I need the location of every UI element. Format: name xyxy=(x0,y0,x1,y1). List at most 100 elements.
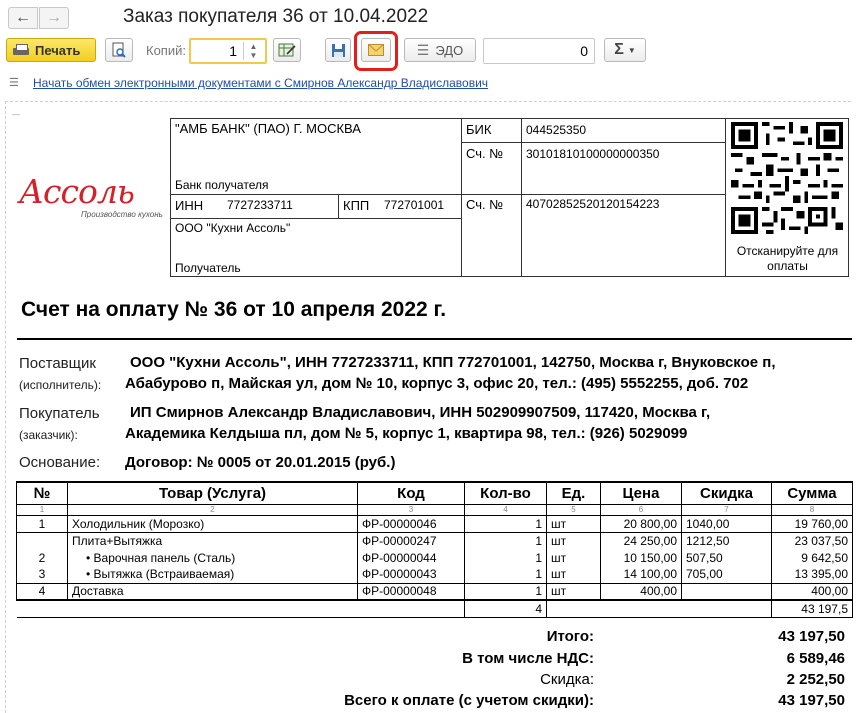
row-code: ФР-00000043 xyxy=(357,566,465,583)
edo-icon: ☰ xyxy=(416,41,430,58)
kpp-value: 772701001 xyxy=(384,198,445,212)
row-qty: 1 xyxy=(464,514,547,532)
basis-label: Основание: xyxy=(19,454,101,471)
buyer-line-1: ИП Смирнов Александр Владиславович, ИНН … xyxy=(130,404,711,421)
sum-field[interactable]: 0 xyxy=(483,38,595,64)
column-number: 7 xyxy=(681,504,772,516)
edo-exchange-link[interactable]: Начать обмен электронными документами с … xyxy=(33,76,488,90)
qr-caption: Отсканируйте для оплаты xyxy=(736,244,839,273)
preview-button[interactable] xyxy=(105,38,133,62)
column-number: 6 xyxy=(600,504,682,516)
row-discount xyxy=(681,582,772,600)
arrow-left-icon: ← xyxy=(15,9,31,26)
table-row: 3 • Вытяжка (Встраиваемая) ФР-00000043 1… xyxy=(16,566,853,583)
highlight-frame xyxy=(354,31,398,71)
grand-total-value: 43 197,50 xyxy=(778,692,845,709)
floppy-icon xyxy=(331,43,345,57)
discount-label: Скидка: xyxy=(540,671,594,688)
recipient-name: ООО "Кухни Ассоль" xyxy=(175,221,291,235)
row-sum: 13 395,00 xyxy=(771,566,853,583)
row-sum: 19 760,00 xyxy=(771,514,853,532)
column-header: Кол-во xyxy=(464,481,547,505)
column-header: Сумма xyxy=(771,481,853,505)
supplier-line-2: Абабурово п, Майская ул, дом № 10, корпу… xyxy=(125,375,749,392)
basis-value: Договор: № 0005 от 20.01.2015 (руб.) xyxy=(125,454,396,471)
table-row: Плита+Вытяжка ФР-00000247 1 шт 24 250,00… xyxy=(16,531,853,549)
row-unit: шт xyxy=(546,531,601,549)
row-discount: 1040,00 xyxy=(681,514,772,532)
copies-stepper[interactable]: ▲ ▼ xyxy=(243,42,263,60)
total-spacer xyxy=(546,599,772,618)
table-header-row: № Товар (Услуга) Код Кол-во Ед. Цена Ски… xyxy=(16,481,853,505)
row-unit: шт xyxy=(546,514,601,532)
supplier-label: Поставщик xyxy=(19,355,96,372)
row-code: ФР-00000048 xyxy=(357,582,465,600)
title-divider xyxy=(17,338,852,340)
column-header: Цена xyxy=(600,481,682,505)
goods-table: № Товар (Услуга) Код Кол-во Ед. Цена Ски… xyxy=(16,481,853,618)
row-price: 14 100,00 xyxy=(600,566,682,583)
sigma-icon: Σ xyxy=(614,41,624,58)
copies-label: Копий: xyxy=(146,43,186,58)
printer-icon xyxy=(13,43,29,57)
column-header: Скидка xyxy=(681,481,772,505)
table-edit-icon xyxy=(278,43,296,57)
row-qty: 1 xyxy=(464,566,547,583)
row-number xyxy=(16,531,68,549)
total-label: Итого: xyxy=(546,628,594,645)
bank-name: "АМБ БАНК" (ПАО) Г. МОСКВА xyxy=(175,121,361,136)
row-unit: шт xyxy=(546,582,601,600)
logo-name: Ассоль xyxy=(19,172,135,211)
bank-label: Банк получателя xyxy=(175,178,269,192)
total-sum: 43 197,5 xyxy=(771,599,853,618)
buyer-label: Покупатель xyxy=(19,405,100,422)
arrow-right-icon: → xyxy=(46,9,62,26)
copies-value: 1 xyxy=(229,43,237,59)
table-row: 1 Холодильник (Морозко) ФР-00000046 1 шт… xyxy=(16,514,853,532)
row-price: 24 250,00 xyxy=(600,531,682,549)
print-button[interactable]: Печать xyxy=(6,38,96,62)
company-logo: Ассоль Производство кухонь xyxy=(19,172,171,222)
row-qty: 1 xyxy=(464,582,547,600)
column-number: 4 xyxy=(464,504,547,516)
row-code: ФР-00000044 xyxy=(357,549,465,566)
row-unit: шт xyxy=(546,549,601,566)
back-button[interactable]: ← xyxy=(8,7,38,29)
save-button[interactable] xyxy=(325,38,351,62)
exchange-icon: ☰ xyxy=(9,77,19,89)
inn-value: 7727233711 xyxy=(227,198,293,212)
edo-button[interactable]: ☰ ЭДО xyxy=(404,38,476,62)
column-number: 2 xyxy=(67,504,358,516)
row-price: 10 150,00 xyxy=(600,549,682,566)
account-value: 40702852520120154223 xyxy=(526,197,660,211)
column-number: 8 xyxy=(771,504,853,516)
copies-field[interactable]: 1 ▲ ▼ xyxy=(189,38,267,64)
vat-value: 6 589,46 xyxy=(786,650,845,667)
margin-mark: — xyxy=(12,110,20,119)
row-name: Плита+Вытяжка xyxy=(67,531,358,549)
total-value: 43 197,50 xyxy=(778,628,845,645)
row-price: 400,00 xyxy=(600,582,682,600)
sum-menu-button[interactable]: Σ ▼ xyxy=(604,38,646,62)
forward-button[interactable]: → xyxy=(39,7,69,29)
row-sum: 9 642,50 xyxy=(771,549,853,566)
row-discount: 507,50 xyxy=(681,549,772,566)
account-label: Сч. № xyxy=(466,197,504,212)
row-number: 1 xyxy=(16,514,68,532)
edit-button[interactable] xyxy=(273,38,301,62)
row-name: Доставка xyxy=(67,582,358,600)
inn-label: ИНН xyxy=(175,198,204,213)
kpp-label: КПП xyxy=(343,198,370,213)
payment-qr-code xyxy=(731,122,843,234)
recipient-label: Получатель xyxy=(175,261,241,275)
row-number: 2 xyxy=(16,549,68,566)
supplier-sublabel: (исполнитель): xyxy=(19,378,102,392)
bik-value: 044525350 xyxy=(526,123,587,137)
chevron-down-icon: ▼ xyxy=(627,45,636,55)
table-row: 2 • Варочная панель (Сталь) ФР-00000044 … xyxy=(16,549,853,566)
column-header: Код xyxy=(357,481,465,505)
supplier-line-1: ООО "Кухни Ассоль", ИНН 7727233711, КПП … xyxy=(130,354,776,371)
column-header: № xyxy=(16,481,68,505)
window-title: Заказ покупателя 36 от 10.04.2022 xyxy=(123,6,429,27)
preview-icon xyxy=(112,42,126,58)
